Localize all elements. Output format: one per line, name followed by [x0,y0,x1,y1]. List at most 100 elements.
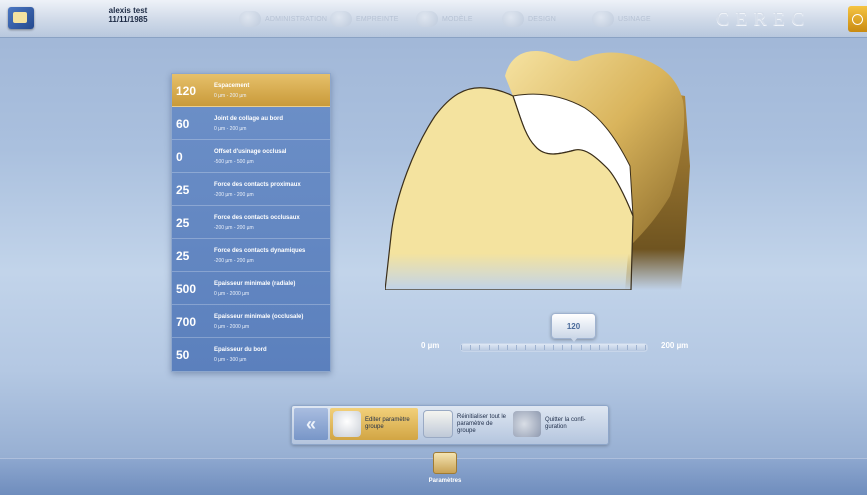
param-name: Force des contacts dynamiques [214,248,306,254]
slider-tick [581,345,582,350]
param-range: 0 µm - 2000 µm [214,291,250,297]
tooth-icon [333,411,361,437]
parameter-list: 120 Espacement 0 µm - 200 µm 60 Joint de… [171,73,331,372]
param-value: 50 [176,348,190,362]
step-modele[interactable]: MODÈLE [416,10,473,28]
param-value: 25 [176,216,190,230]
slider-tick [562,345,563,350]
slider-min-label: 0 µm [421,341,440,350]
value-slider-track[interactable] [460,343,648,352]
param-row-contacts-proximaux[interactable]: 25 Force des contacts proximaux -200 µm … [172,173,330,206]
param-name: Joint de collage au bord [214,116,284,122]
parameters-icon [433,452,457,474]
reset-group-params-button[interactable]: Réinitialiser tout le paramètre de group… [420,408,508,440]
double-chevron-left-icon: « [305,413,316,434]
top-toolbar: alexis test 11/11/1985 ADMINISTRATION EM… [0,0,867,38]
model-icon [416,11,438,27]
step-label: DESIGN [528,15,557,23]
param-row-contacts-occlusaux[interactable]: 25 Force des contacts occlusaux -200 µm … [172,206,330,239]
help-icon[interactable] [848,6,867,32]
param-range: 0 µm - 200 µm [214,93,247,99]
param-value: 700 [176,315,197,329]
slider-tick [470,345,471,350]
param-name: Epaisseur du bord [214,347,267,353]
param-value: 120 [176,84,197,98]
patient-info: alexis test 11/11/1985 [88,6,168,24]
param-range: 0 µm - 200 µm [214,126,247,132]
slider-tick [627,345,628,350]
step-administration[interactable]: ADMINISTRATION [239,10,327,28]
design-icon [502,11,524,27]
slider-tick [617,345,618,350]
slider-tick [489,345,490,350]
param-value: 25 [176,183,190,197]
param-row-joint-collage[interactable]: 60 Joint de collage au bord 0 µm - 200 µ… [172,107,330,140]
quit-label: Quitter la confi-guration [545,417,586,430]
slider-tick [516,345,517,350]
milling-icon [592,11,614,27]
param-name: Epaisseur minimale (radiale) [214,281,296,287]
slider-tick [571,345,572,350]
step-label: MODÈLE [442,15,473,23]
param-name: Force des contacts occlusaux [214,215,300,221]
parameters-tab-label: Paramètres [428,478,462,484]
param-name: Force des contacts proximaux [214,182,301,188]
parameters-reset-icon [423,410,453,438]
param-name: Espacement [214,83,250,89]
tooth-cross-section-view[interactable] [385,46,695,290]
param-value: 0 [176,150,183,164]
param-row-offset-usinage[interactable]: 0 Offset d'usinage occlusal -500 µm - 50… [172,140,330,173]
param-value: 25 [176,249,190,263]
param-row-epaisseur-occlusale[interactable]: 700 Epaisseur minimale (occlusale) 0 µm … [172,305,330,338]
step-label: USINAGE [618,15,651,23]
param-range: -200 µm - 200 µm [214,258,254,264]
slider-tick [525,345,526,350]
action-bar: « Editer paramètre groupe Réinitialiser … [291,405,609,445]
param-row-contacts-dynamiques[interactable]: 25 Force des contacts dynamiques -200 µm… [172,239,330,272]
edit-group-label: Editer paramètre groupe [365,417,410,430]
patient-app-icon[interactable] [8,7,34,29]
step-label: ADMINISTRATION [265,15,328,23]
param-row-espacement[interactable]: 120 Espacement 0 µm - 200 µm [172,74,330,107]
patient-name: alexis test [108,6,148,15]
slider-tick [535,345,536,350]
param-row-epaisseur-bord[interactable]: 50 Epaisseur du bord 0 µm - 300 µm [172,338,330,371]
slider-tick [553,345,554,350]
param-range: -200 µm - 200 µm [214,192,254,198]
step-design[interactable]: DESIGN [502,10,556,28]
slider-tick [507,345,508,350]
step-empreinte[interactable]: EMPREINTE [330,10,399,28]
cerec-logo: CEREC [716,8,811,30]
parameters-tab[interactable]: Paramètres [423,452,467,494]
slider-tick [479,345,480,350]
param-value: 60 [176,117,190,131]
param-name: Offset d'usinage occlusal [214,149,287,155]
param-range: -200 µm - 200 µm [214,225,254,231]
patient-date: 11/11/1985 [108,15,148,24]
param-row-epaisseur-radiale[interactable]: 500 Epaisseur minimale (radiale) 0 µm - … [172,272,330,305]
param-range: 0 µm - 300 µm [214,357,247,363]
param-range: 0 µm - 2000 µm [214,324,250,330]
reset-label: Réinitialiser tout le paramètre de group… [457,413,507,434]
administration-icon [239,11,261,27]
slider-tick [645,345,646,350]
slider-tick [590,345,591,350]
param-range: -500 µm - 500 µm [214,159,254,165]
slider-tick [599,345,600,350]
slider-tick [544,345,545,350]
slider-max-label: 200 µm [661,341,689,350]
gear-cancel-icon [513,411,541,437]
slider-tick [461,345,462,350]
slider-tick [636,345,637,350]
step-usinage[interactable]: USINAGE [592,10,651,28]
param-name: Epaisseur minimale (occlusale) [214,314,304,320]
step-label: EMPREINTE [356,15,399,23]
scan-icon [330,11,352,27]
back-button[interactable]: « [294,408,328,440]
slider-tick [608,345,609,350]
slider-tick [498,345,499,350]
value-slider-thumb[interactable]: 120 [551,313,596,342]
quit-config-button[interactable]: Quitter la confi-guration [510,408,606,440]
param-value: 500 [176,282,197,296]
edit-group-params-button[interactable]: Editer paramètre groupe [330,408,418,440]
